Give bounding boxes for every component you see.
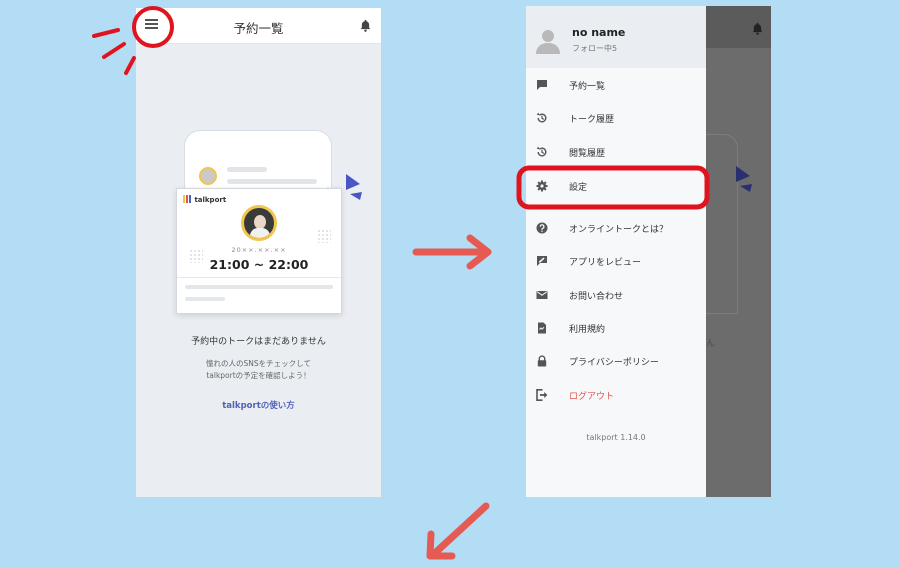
arrow-right-icon	[412, 234, 492, 270]
arrow-down-left-icon	[426, 502, 490, 560]
menu-highlight-circle	[132, 6, 174, 48]
settings-highlight-box	[516, 165, 710, 210]
tutorial-annotations	[92, 6, 710, 560]
emphasis-strokes	[92, 28, 136, 75]
